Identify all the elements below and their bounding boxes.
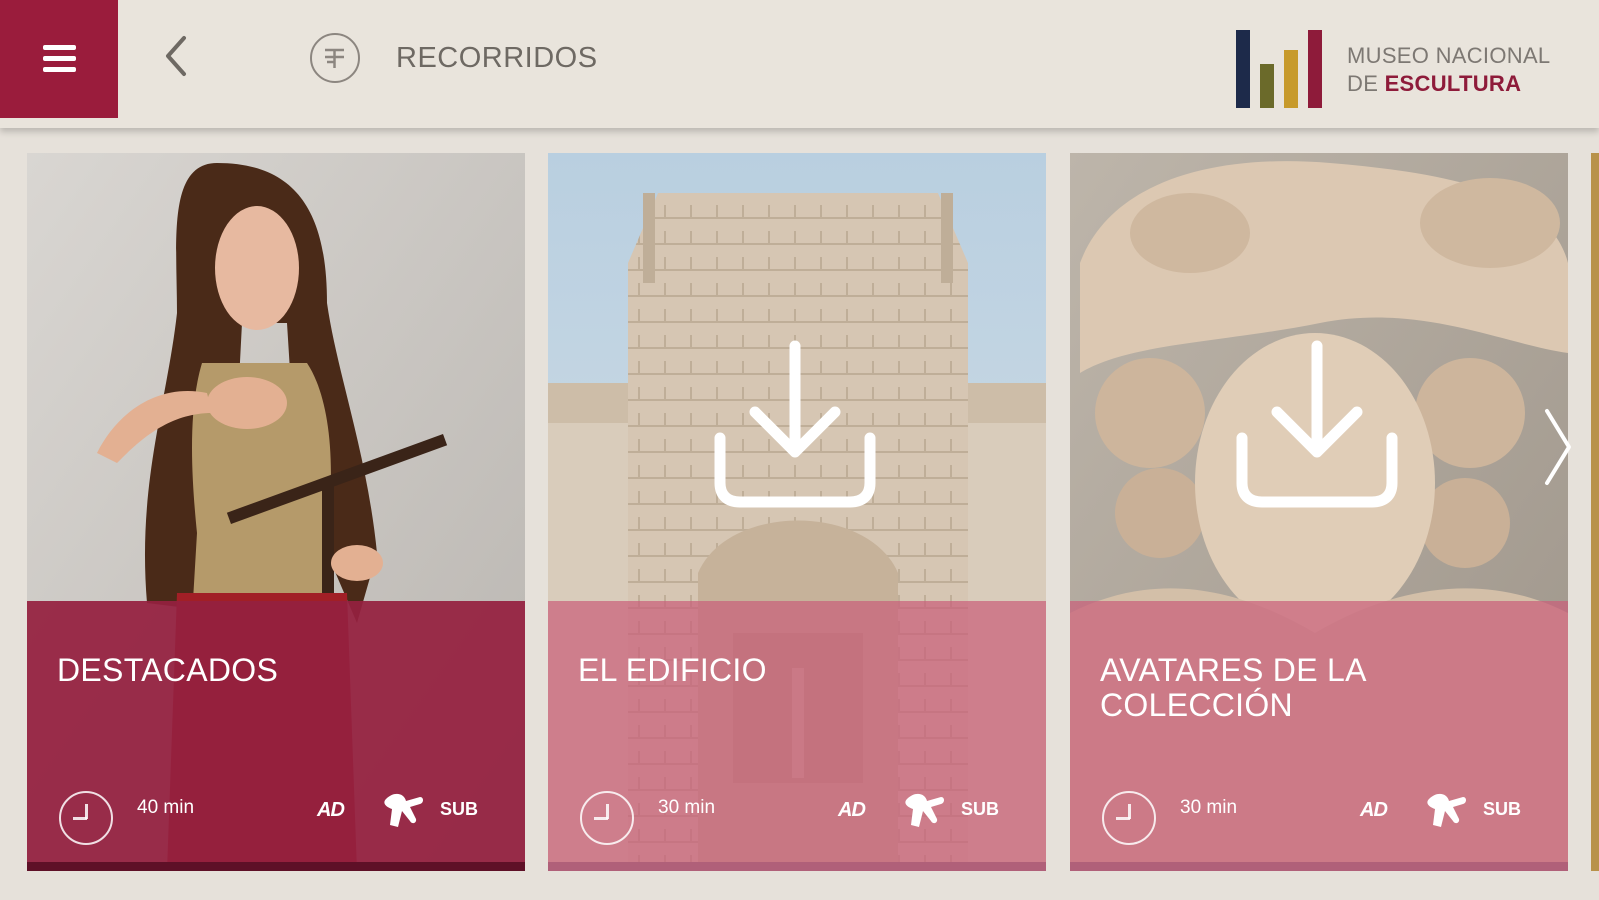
tours-carousel: DESTACADOS 40 min AD SUB EL EDIFICIO 30 … bbox=[0, 128, 1599, 900]
museum-logo: MUSEO NACIONAL DE ESCULTURA bbox=[1236, 26, 1576, 108]
chevron-left-icon bbox=[166, 36, 186, 76]
audio-description-icon: AD bbox=[1360, 799, 1388, 821]
tour-duration: 30 min bbox=[1180, 797, 1238, 818]
tour-title: AVATARES DE LA COLECCIÓN bbox=[1100, 652, 1366, 723]
subtitles-icon: SUB bbox=[440, 799, 479, 819]
tour-card-destacados[interactable]: DESTACADOS 40 min AD SUB bbox=[27, 153, 525, 871]
tour-info-panel: EL EDIFICIO 30 min AD SUB bbox=[548, 601, 1046, 871]
tour-title: EL EDIFICIO bbox=[578, 652, 767, 688]
tours-icon bbox=[310, 33, 360, 83]
download-icon[interactable] bbox=[710, 338, 880, 513]
tour-info-panel: AVATARES DE LA COLECCIÓN 30 min AD SUB bbox=[1070, 601, 1568, 871]
sign-language-icon bbox=[1427, 793, 1466, 827]
back-button[interactable] bbox=[160, 34, 200, 78]
tour-title: DESTACADOS bbox=[57, 652, 279, 688]
app-header: RECORRIDOS MUSEO NACIONAL DE ESCULTURA bbox=[0, 0, 1599, 128]
subtitles-icon: SUB bbox=[961, 799, 1000, 819]
sign-language-icon bbox=[905, 793, 944, 827]
card-bottom-bar bbox=[27, 862, 525, 871]
audio-description-icon: AD bbox=[317, 799, 345, 821]
carousel-next-button[interactable] bbox=[1537, 405, 1577, 489]
clock-icon bbox=[580, 791, 634, 845]
tour-info-panel: DESTACADOS 40 min AD SUB bbox=[27, 601, 525, 871]
menu-button[interactable] bbox=[0, 0, 118, 118]
logo-text: MUSEO NACIONAL DE ESCULTURA bbox=[1347, 43, 1551, 96]
tour-duration: 40 min bbox=[137, 797, 195, 818]
tour-card-el-edificio[interactable]: EL EDIFICIO 30 min AD SUB bbox=[548, 153, 1046, 871]
download-icon[interactable] bbox=[1232, 338, 1402, 513]
page-title: RECORRIDOS bbox=[396, 42, 598, 74]
clock-icon bbox=[1102, 791, 1156, 845]
tour-duration: 30 min bbox=[658, 797, 716, 818]
clock-icon bbox=[59, 791, 113, 845]
card-bottom-bar bbox=[1070, 862, 1568, 871]
card-bottom-bar bbox=[548, 862, 1046, 871]
tour-card-avatares[interactable]: AVATARES DE LA COLECCIÓN 30 min AD SUB bbox=[1070, 153, 1568, 871]
audio-description-icon: AD bbox=[838, 799, 866, 821]
chevron-right-icon bbox=[1545, 409, 1571, 485]
next-card-peek[interactable] bbox=[1591, 153, 1599, 871]
subtitles-icon: SUB bbox=[1483, 799, 1522, 819]
sign-language-icon bbox=[384, 793, 423, 827]
